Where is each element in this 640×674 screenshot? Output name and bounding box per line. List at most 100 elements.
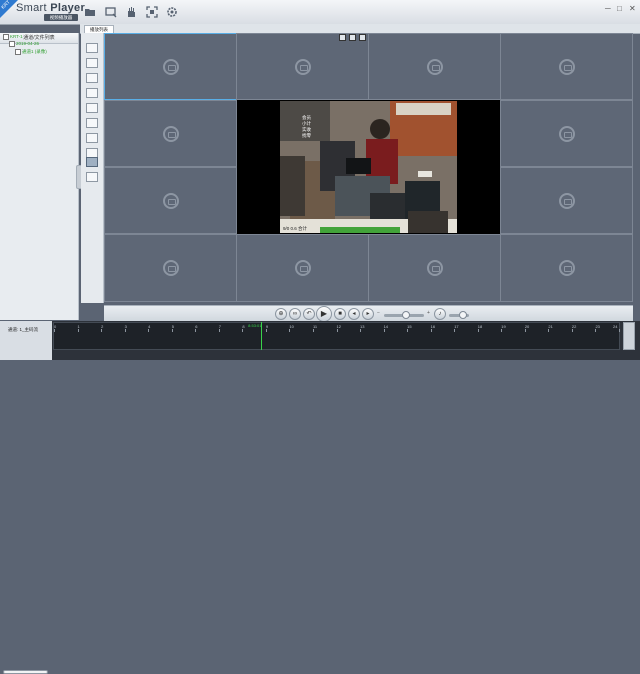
- timeline-hour-tick: [265, 329, 267, 332]
- cell-snapshot-icon[interactable]: [339, 34, 346, 41]
- timeline-cursor-time: 8:53:01: [248, 323, 262, 328]
- timeline-hour-tick: [524, 329, 526, 332]
- tree-item-channel[interactable]: 通道1 (录像): [15, 49, 47, 55]
- volume-slider-knob[interactable]: [459, 311, 467, 319]
- video-cell[interactable]: [104, 100, 237, 167]
- video-cell[interactable]: [500, 100, 633, 167]
- video-cell[interactable]: [104, 167, 237, 234]
- layout-13-button[interactable]: [86, 133, 98, 143]
- video-cell[interactable]: [368, 33, 501, 100]
- timeline-hour-tick: [242, 329, 244, 332]
- video-cell[interactable]: [500, 167, 633, 234]
- timeline-hour-tick: [548, 329, 550, 332]
- tree-item-device[interactable]: KRT-1: [3, 34, 23, 40]
- timeline-hour-tick: [312, 329, 314, 332]
- video-cell[interactable]: [104, 33, 237, 100]
- folder-icon[interactable]: [83, 5, 97, 19]
- minimize-icon[interactable]: ─: [605, 4, 611, 13]
- camera-icon: [558, 58, 575, 75]
- timeline-info-panel: 通道: 1_主码流: [0, 321, 52, 674]
- timeline-hour-tick: [477, 329, 479, 332]
- video-cell[interactable]: [500, 33, 633, 100]
- camera-icon: [558, 192, 575, 209]
- layout-16-button[interactable]: [86, 157, 98, 167]
- layout-custom-button[interactable]: [86, 172, 98, 182]
- camera-icon: [162, 260, 179, 276]
- layout-1-button[interactable]: [86, 43, 98, 53]
- layout-10-button[interactable]: [86, 118, 98, 128]
- timeline-hour-tick: [218, 329, 220, 332]
- timeline-hour-tick: [148, 329, 150, 332]
- checkbox[interactable]: [15, 49, 21, 55]
- video-cell[interactable]: [236, 234, 369, 302]
- cell-window-icon[interactable]: [349, 34, 356, 41]
- timeline-hour-tick: [383, 329, 385, 332]
- zoom-icon[interactable]: ⊕: [275, 308, 287, 320]
- layout-9-button[interactable]: [86, 103, 98, 113]
- camera-icon: [558, 125, 575, 142]
- speed-slider-knob[interactable]: [402, 311, 410, 319]
- video-frame[interactable]: 会员 小计 实收 找零 9/0 0.6 合计: [280, 101, 457, 233]
- layout-4-button[interactable]: [86, 58, 98, 68]
- camera-icon: [294, 58, 311, 75]
- timeline-hour-tick: [289, 329, 291, 332]
- checkbox[interactable]: [9, 41, 15, 47]
- camera-icon: [162, 125, 179, 142]
- timeline-ruler[interactable]: 0 1 2 3 4 5 6 7 8 9 10 11 12 13 14 15 16 17 18 19 20 21 22 23 24: [53, 322, 620, 350]
- stop-icon[interactable]: ■: [334, 308, 346, 320]
- snapshot-icon[interactable]: [104, 5, 118, 19]
- overlay-footer: 9/0 0.6 合计: [283, 226, 308, 231]
- overlay-line: 找零: [302, 133, 311, 138]
- hand-icon[interactable]: [124, 5, 138, 19]
- timeline-hour-tick: [595, 329, 597, 332]
- loop-icon[interactable]: ∞: [289, 308, 301, 320]
- timeline-hour-label: 24: [613, 324, 618, 329]
- cell-toolbar: [339, 34, 367, 41]
- layout-6-button[interactable]: [86, 73, 98, 83]
- video-cell[interactable]: [236, 33, 369, 100]
- camera-icon: [162, 58, 179, 75]
- maximize-icon[interactable]: □: [617, 4, 622, 13]
- slow-icon[interactable]: ◂: [348, 308, 360, 320]
- title-bar: KRT Smart Player 视频播放器 ─ □ ✕: [0, 0, 640, 25]
- timeline-hour-tick: [501, 329, 503, 332]
- video-cell[interactable]: [104, 234, 237, 302]
- layout-8-button[interactable]: [86, 88, 98, 98]
- tree-item-date[interactable]: 2019-04-26: [9, 41, 39, 47]
- close-icon[interactable]: ✕: [629, 4, 636, 13]
- timeline-scroll-button[interactable]: [623, 322, 635, 350]
- layout-selector: [81, 33, 104, 303]
- timeline-zoom-slider[interactable]: [3, 670, 48, 674]
- channel-info: 通道: 1_主码流: [8, 327, 39, 332]
- timeline-hour-tick: [195, 329, 197, 332]
- settings-icon[interactable]: [165, 5, 179, 19]
- fast-icon[interactable]: ▸: [362, 308, 374, 320]
- timeline-hour-tick: [101, 329, 103, 332]
- checkbox[interactable]: [3, 34, 9, 40]
- timeline-hour-tick: [54, 329, 55, 332]
- play-button[interactable]: ▶: [316, 306, 332, 322]
- timeline-hour-tick: [619, 329, 620, 332]
- app-subtitle: 视频播放器: [44, 14, 78, 21]
- app-title: Smart Player: [16, 2, 86, 14]
- timeline-hour-tick: [454, 329, 456, 332]
- timeline-hour-tick: [407, 329, 409, 332]
- rewind-icon[interactable]: ↶: [303, 308, 315, 320]
- timeline-hour-tick: [171, 329, 173, 332]
- timeline-hour-tick: [571, 329, 573, 332]
- timeline-hour-tick: [360, 329, 362, 332]
- cell-close-icon[interactable]: [359, 34, 366, 41]
- camera-icon: [426, 58, 443, 75]
- timeline-hour-tick: [336, 329, 338, 332]
- camera-icon: [558, 260, 575, 276]
- timeline-hour-tick: [124, 329, 126, 332]
- video-cell[interactable]: [500, 234, 633, 302]
- fullscreen-icon[interactable]: [145, 5, 159, 19]
- speed-minus-icon[interactable]: −: [377, 310, 380, 316]
- camera-icon: [294, 260, 311, 276]
- video-cell[interactable]: [368, 234, 501, 302]
- speed-plus-icon[interactable]: +: [427, 310, 430, 316]
- camera-icon: [426, 260, 443, 276]
- volume-icon[interactable]: ♪: [434, 308, 446, 320]
- timeline-hour-tick: [430, 329, 432, 332]
